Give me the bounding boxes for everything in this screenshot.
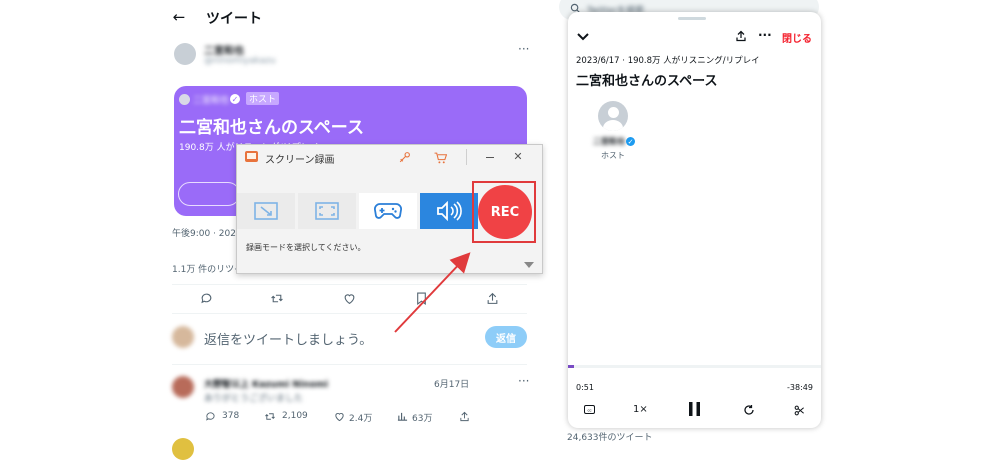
region-mode-button[interactable] xyxy=(237,193,295,229)
reply-avatar[interactable] xyxy=(172,376,194,398)
share-icon[interactable] xyxy=(458,410,470,422)
titlebar-separator xyxy=(466,149,467,165)
logo-screen xyxy=(247,153,256,159)
reply-input[interactable]: 返信をツイートしましょう。 xyxy=(204,329,372,348)
drag-handle[interactable] xyxy=(678,17,706,20)
time-elapsed: 0:51 xyxy=(576,383,594,392)
titlebar[interactable]: スクリーン録画 ✕ xyxy=(237,145,542,171)
retweet-icon[interactable] xyxy=(264,410,276,422)
minimize-button[interactable] xyxy=(486,157,494,158)
host-avatar xyxy=(179,94,190,105)
back-arrow-icon[interactable]: ← xyxy=(172,8,186,26)
space-title: 二宮和也さんのスペース xyxy=(179,118,364,138)
app-logo-icon xyxy=(245,151,258,162)
expand-triangle-icon[interactable] xyxy=(524,262,534,268)
reply-date[interactable]: 6月17日 xyxy=(434,377,469,390)
like-icon[interactable] xyxy=(333,410,345,422)
svg-text:cc: cc xyxy=(588,408,592,413)
progress-track[interactable] xyxy=(568,365,821,368)
cart-icon[interactable] xyxy=(433,151,447,164)
game-mode-button[interactable] xyxy=(359,193,417,229)
views-count: 63万 xyxy=(412,414,433,424)
rec-button[interactable]: REC xyxy=(478,185,532,239)
reply-user[interactable]: 大野智以上 Kazumi Ninomi xyxy=(204,377,328,390)
host-badge: ホスト xyxy=(246,92,280,105)
tweet-count: 24,633件のツイート xyxy=(567,433,653,443)
reply-button[interactable]: 返信 xyxy=(485,326,527,348)
verified-icon: ✓ xyxy=(230,94,240,104)
page-title: ツイート xyxy=(206,11,262,27)
more-options-icon[interactable]: ··· xyxy=(518,42,529,56)
space-title: 二宮和也さんのスペース xyxy=(576,74,718,89)
retweet-icon[interactable] xyxy=(270,291,284,305)
screenshot-frame: ← ツイート 二宮和也 @ninomiyakazu ··· 二宮和也 ✓ ホスト… xyxy=(172,0,1000,460)
chevron-down-icon[interactable] xyxy=(576,30,590,44)
host-name: 二宮和也 xyxy=(193,96,230,106)
captions-icon[interactable]: cc xyxy=(583,404,596,415)
audio-mode-button[interactable] xyxy=(420,193,478,229)
host-avatar[interactable] xyxy=(598,101,628,131)
reply-text: ありがとうございました xyxy=(204,394,304,404)
author-handle[interactable]: @ninomiyakazu xyxy=(204,56,276,66)
progress-fill xyxy=(568,365,575,368)
more-options-icon[interactable]: ··· xyxy=(518,374,529,388)
space-player-panel: ··· 閉じる 2023/6/17 · 190.8万 人がリスニング/リプレイ … xyxy=(568,12,821,428)
verified-icon: ✓ xyxy=(626,137,635,146)
key-icon[interactable] xyxy=(397,151,411,164)
more-options-icon[interactable]: ··· xyxy=(758,28,772,42)
reply-count: 378 xyxy=(222,411,240,421)
divider xyxy=(172,364,527,365)
close-button[interactable]: 閉じる xyxy=(782,30,812,45)
avatar-body xyxy=(603,120,623,131)
host-name: 二宮和也 xyxy=(593,137,625,146)
close-icon[interactable]: ✕ xyxy=(513,150,523,163)
like-count: 2.4万 xyxy=(349,414,373,424)
fullscreen-mode-button[interactable] xyxy=(298,193,356,229)
my-avatar[interactable] xyxy=(172,326,194,348)
like-icon[interactable] xyxy=(342,291,356,305)
time-remaining: -38:49 xyxy=(787,383,813,392)
share-icon[interactable] xyxy=(734,29,748,43)
author-name[interactable]: 二宮和也 xyxy=(204,42,244,57)
retweet-count-small: 2,109 xyxy=(282,411,308,421)
avatar-head xyxy=(608,107,619,118)
share-icon[interactable] xyxy=(485,291,499,305)
pause-icon[interactable] xyxy=(687,402,701,416)
play-recording-button[interactable] xyxy=(178,182,240,206)
speed-button[interactable]: 1× xyxy=(633,404,648,415)
annotation-arrow xyxy=(394,252,471,333)
space-stats: 2023/6/17 · 190.8万 人がリスニング/リプレイ xyxy=(576,56,760,66)
skip-forward-icon[interactable] xyxy=(742,403,755,416)
mode-hint: 録画モードを選択してください。 xyxy=(246,243,366,252)
clip-icon[interactable] xyxy=(793,404,805,416)
views-icon[interactable] xyxy=(396,410,408,422)
avatar[interactable] xyxy=(174,43,196,65)
reply-icon[interactable] xyxy=(199,291,213,305)
window-title: スクリーン録画 xyxy=(265,155,335,166)
host-role: ホスト xyxy=(601,151,625,160)
next-reply-avatar[interactable] xyxy=(172,438,194,460)
reply-icon[interactable] xyxy=(204,410,216,422)
